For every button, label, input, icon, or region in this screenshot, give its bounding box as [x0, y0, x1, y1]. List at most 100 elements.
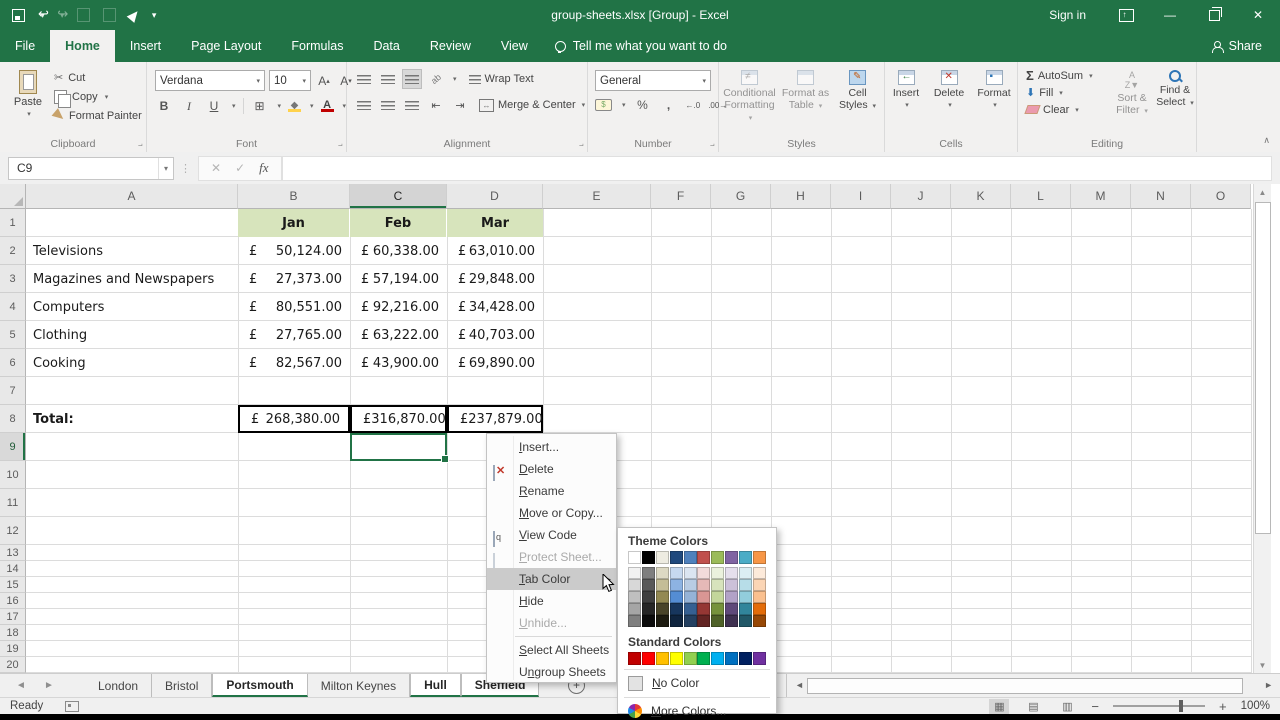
cell-C2[interactable]: £60,338.00	[350, 237, 447, 265]
qat-brush-icon[interactable]	[126, 8, 141, 23]
color-swatch[interactable]	[739, 652, 752, 665]
color-swatch[interactable]	[684, 551, 697, 564]
align-left-icon[interactable]	[355, 96, 373, 114]
page-layout-view-icon[interactable]: ▤	[1023, 699, 1043, 714]
color-swatch[interactable]	[628, 567, 641, 579]
zoom-level[interactable]: 100%	[1241, 700, 1270, 712]
align-center-icon[interactable]	[379, 96, 397, 114]
merge-center-button[interactable]: ↔ Merge & Center▾	[479, 99, 585, 112]
row-header-8[interactable]: 8	[0, 405, 26, 433]
menu-item-insert[interactable]: Insert...	[487, 436, 616, 458]
fill-handle[interactable]	[441, 455, 449, 463]
color-swatch[interactable]	[628, 652, 641, 665]
color-swatch[interactable]	[739, 567, 752, 579]
color-swatch[interactable]	[670, 579, 683, 591]
color-swatch[interactable]	[725, 615, 738, 627]
column-header-J[interactable]: J	[891, 184, 951, 209]
row-header-9[interactable]: 9	[0, 433, 26, 461]
decrease-indent-icon[interactable]: ⇤	[427, 96, 445, 114]
row-header-1[interactable]: 1	[0, 209, 26, 237]
cell-D5[interactable]: £40,703.00	[447, 321, 543, 349]
font-color-button[interactable]: A	[321, 100, 334, 112]
color-swatch[interactable]	[656, 567, 669, 579]
insert-cells-button[interactable]: ← Insert▾	[887, 65, 925, 109]
color-swatch[interactable]	[656, 603, 669, 615]
color-swatch[interactable]	[670, 652, 683, 665]
color-swatch[interactable]	[656, 615, 669, 627]
cell-A5[interactable]: Clothing	[26, 321, 238, 349]
column-header-H[interactable]: H	[771, 184, 831, 209]
column-header-O[interactable]: O	[1191, 184, 1251, 209]
color-swatch[interactable]	[684, 652, 697, 665]
color-swatch[interactable]	[628, 551, 641, 564]
cut-button[interactable]: ✂ Cut	[54, 68, 142, 87]
color-swatch[interactable]	[753, 591, 766, 603]
column-header-A[interactable]: A	[26, 184, 238, 209]
color-swatch[interactable]	[711, 567, 724, 579]
format-cells-button[interactable]: ▪ Format▾	[973, 65, 1015, 109]
color-swatch[interactable]	[642, 567, 655, 579]
align-right-icon[interactable]	[403, 96, 421, 114]
paste-button[interactable]: Paste▾	[8, 68, 48, 118]
row-header-3[interactable]: 3	[0, 265, 26, 293]
share-button[interactable]: Share	[1194, 30, 1280, 62]
row-header-20[interactable]: 20	[0, 657, 26, 673]
font-dialog-launcher[interactable]: ⌐	[338, 141, 343, 149]
tell-me-box[interactable]: Tell me what you want to do	[555, 30, 727, 62]
save-icon[interactable]	[12, 9, 25, 22]
color-swatch[interactable]	[697, 591, 710, 603]
color-swatch[interactable]	[642, 579, 655, 591]
enter-formula-icon[interactable]: ✓	[235, 161, 245, 175]
sheet-tab-milton-keynes[interactable]: Milton Keynes	[308, 674, 410, 697]
color-swatch[interactable]	[697, 579, 710, 591]
percent-style-icon[interactable]: %	[634, 96, 652, 114]
cell-C4[interactable]: £92,216.00	[350, 293, 447, 321]
row-header-10[interactable]: 10	[0, 461, 26, 489]
prev-sheet-icon[interactable]: ◄	[16, 674, 26, 697]
conditional-formatting-button[interactable]: ≠ ConditionalFormatting ▾	[722, 65, 778, 125]
color-swatch[interactable]	[753, 652, 766, 665]
cell-C6[interactable]: £43,900.00	[350, 349, 447, 377]
color-swatch[interactable]	[642, 652, 655, 665]
comma-style-icon[interactable]: ,	[660, 96, 678, 114]
cell-B6[interactable]: £82,567.00	[238, 349, 350, 377]
color-swatch[interactable]	[656, 652, 669, 665]
sign-in-button[interactable]: Sign in	[1031, 8, 1104, 22]
tab-page-layout[interactable]: Page Layout	[176, 30, 276, 62]
cell-B5[interactable]: £27,765.00	[238, 321, 350, 349]
row-header-12[interactable]: 12	[0, 517, 26, 545]
row-header-19[interactable]: 19	[0, 641, 26, 657]
color-swatch[interactable]	[711, 603, 724, 615]
horizontal-scroll-thumb[interactable]	[807, 678, 1243, 694]
horizontal-scrollbar[interactable]: ◄ ►	[786, 674, 1280, 697]
column-header-D[interactable]: D	[447, 184, 543, 209]
formula-input[interactable]	[282, 156, 1272, 181]
sheet-tab-bristol[interactable]: Bristol	[152, 674, 212, 697]
tab-review[interactable]: Review	[415, 30, 486, 62]
row-header-17[interactable]: 17	[0, 609, 26, 625]
color-swatch[interactable]	[670, 615, 683, 627]
zoom-out-icon[interactable]: −	[1091, 699, 1099, 714]
color-swatch[interactable]	[684, 567, 697, 579]
tab-formulas[interactable]: Formulas	[276, 30, 358, 62]
color-swatch[interactable]	[753, 615, 766, 627]
cell-B3[interactable]: £27,373.00	[238, 265, 350, 293]
name-box[interactable]: C9 ▾	[8, 157, 174, 180]
format-as-table-button[interactable]: Format asTable ▾	[780, 65, 832, 125]
menu-item-select-all-sheets[interactable]: Select All Sheets	[487, 639, 616, 661]
format-painter-button[interactable]: Format Painter	[54, 106, 142, 125]
autosum-button[interactable]: Σ AutoSum▾	[1026, 67, 1093, 84]
cell-B4[interactable]: £80,551.00	[238, 293, 350, 321]
color-swatch[interactable]	[656, 591, 669, 603]
minimize-button[interactable]: —	[1148, 0, 1192, 30]
color-swatch[interactable]	[753, 551, 766, 564]
scroll-right-icon[interactable]: ►	[1264, 680, 1273, 690]
next-sheet-icon[interactable]: ►	[44, 674, 54, 697]
color-swatch[interactable]	[670, 603, 683, 615]
color-swatch[interactable]	[739, 603, 752, 615]
scroll-up-icon[interactable]: ▲	[1254, 184, 1271, 200]
zoom-slider-thumb[interactable]	[1179, 700, 1183, 712]
sort-filter-button[interactable]: AZ▼ Sort &Filter ▾	[1114, 65, 1150, 118]
column-header-N[interactable]: N	[1131, 184, 1191, 209]
name-box-dropdown-icon[interactable]: ▾	[158, 158, 173, 179]
